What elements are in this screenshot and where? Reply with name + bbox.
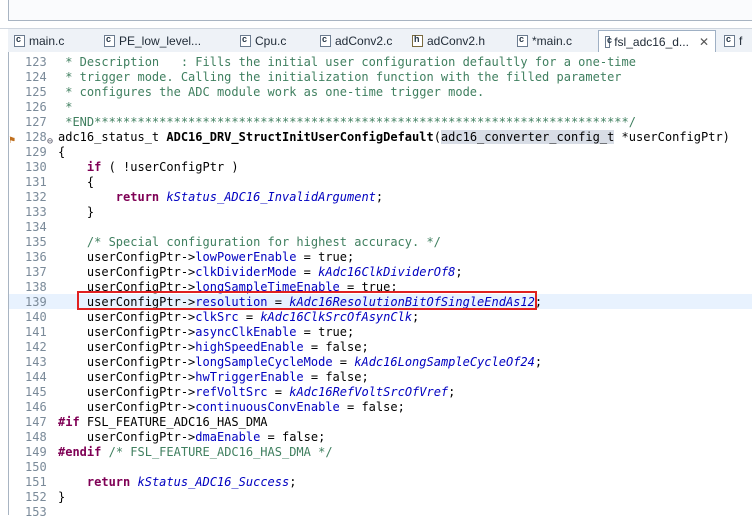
close-tab-icon[interactable]: ✕ xyxy=(699,35,709,49)
editor-tab[interactable]: c *main.c xyxy=(511,31,594,51)
tab-label: PE_low_level... xyxy=(119,34,202,48)
c-file-icon: c xyxy=(104,34,115,47)
line-number: 129 xyxy=(25,145,47,159)
line-number: 143 xyxy=(25,355,47,369)
code-line[interactable]: } xyxy=(58,490,65,505)
c-file-icon: c xyxy=(724,34,735,47)
line-number: 136 xyxy=(25,250,47,264)
h-file-icon: h xyxy=(412,34,423,47)
code-line[interactable]: userConfigPtr->clkDividerMode = kAdc16Cl… xyxy=(58,265,463,280)
editor-tab[interactable]: c adConv2.c xyxy=(314,31,402,51)
line-number: 151 xyxy=(25,475,47,489)
code-line[interactable]: userConfigPtr->continuousConvEnable = fa… xyxy=(58,400,405,415)
code-line[interactable]: { xyxy=(58,145,65,160)
line-number: 138 xyxy=(25,280,47,294)
code-line[interactable]: return kStatus_ADC16_Success; xyxy=(58,475,297,490)
tab-label: f xyxy=(739,34,743,48)
line-number: 132 xyxy=(25,190,47,204)
line-number: 134 xyxy=(25,220,47,234)
code-line[interactable]: userConfigPtr->lowPowerEnable = true; xyxy=(58,250,354,265)
warning-marker-icon: ⚑ xyxy=(9,135,16,146)
code-line[interactable]: userConfigPtr->clkSrc = kAdc16ClkSrcOfAs… xyxy=(58,310,419,325)
line-number: 133 xyxy=(25,205,47,219)
editor-tab[interactable]: c fsl_adc16_d... ✕ xyxy=(598,30,716,52)
line-number: 139 xyxy=(25,295,47,309)
line-number: 130 xyxy=(25,160,47,174)
line-number: 141 xyxy=(25,325,47,339)
code-line[interactable]: * xyxy=(58,100,72,115)
line-number: 146 xyxy=(25,400,47,414)
fold-toggle-icon[interactable]: ⊖ xyxy=(47,136,53,147)
line-number: 123 xyxy=(25,55,47,69)
tab-label: *main.c xyxy=(532,34,573,48)
code-line[interactable]: } xyxy=(58,205,94,220)
code-line[interactable]: userConfigPtr->asyncClkEnable = true; xyxy=(58,325,354,340)
line-number: 144 xyxy=(25,370,47,384)
line-number: 127 xyxy=(25,115,47,129)
editor-tab[interactable]: h adConv2.h xyxy=(406,31,506,51)
line-number: 124 xyxy=(25,70,47,84)
editor-tab-bar: c main.c c PE_low_level... c Cpu.c c adConv2.c h… xyxy=(8,29,752,53)
line-number: 140 xyxy=(25,310,47,324)
line-number: 131 xyxy=(25,175,47,189)
line-number: 152 xyxy=(25,490,47,504)
line-number: 147 xyxy=(25,415,47,429)
line-number: 135 xyxy=(25,235,47,249)
line-number: 148 xyxy=(25,430,47,444)
c-file-icon: c xyxy=(14,34,25,47)
code-line[interactable]: adc16_status_t ADC16_DRV_StructInitUserC… xyxy=(58,130,730,145)
tab-label: adConv2.h xyxy=(427,34,486,48)
code-line[interactable]: if ( !userConfigPtr ) xyxy=(58,160,239,175)
code-line[interactable]: /* Special configuration for highest acc… xyxy=(58,235,441,250)
code-area[interactable]: * Description : Fills the initial user c… xyxy=(58,52,752,515)
code-editor[interactable]: 123 124 125 126 127 128 129 130 131 132 133 134 135 1… xyxy=(8,52,752,519)
line-number: 149 xyxy=(25,445,47,459)
editor-tab[interactable]: cf xyxy=(718,31,752,51)
line-number: 145 xyxy=(25,385,47,399)
editor-tab[interactable]: c PE_low_level... xyxy=(98,31,230,51)
code-line[interactable]: userConfigPtr->hwTriggerEnable = false; xyxy=(58,370,369,385)
code-line[interactable]: return kStatus_ADC16_InvalidArgument; xyxy=(58,190,383,205)
code-line[interactable]: * Description : Fills the initial user c… xyxy=(58,55,636,70)
editor-tab[interactable]: c main.c xyxy=(8,31,94,51)
code-line[interactable]: userConfigPtr->highSpeedEnable = false; xyxy=(58,340,369,355)
editor-tab[interactable]: c Cpu.c xyxy=(234,31,310,51)
code-line[interactable]: * configures the ADC module work as one-… xyxy=(58,85,484,100)
tab-label: main.c xyxy=(29,34,65,48)
line-number: 153 xyxy=(25,505,47,519)
code-line[interactable]: userConfigPtr->refVoltSrc = kAdc16RefVol… xyxy=(58,385,456,400)
c-file-icon: c xyxy=(240,34,251,47)
code-line[interactable]: #endif /* FSL_FEATURE_ADC16_HAS_DMA */ xyxy=(58,445,333,460)
code-line[interactable]: userConfigPtr->dmaEnable = false; xyxy=(58,430,325,445)
tab-label: Cpu.c xyxy=(255,34,287,48)
line-number: 142 xyxy=(25,340,47,354)
line-number: 125 xyxy=(25,85,47,99)
c-file-icon: c xyxy=(517,34,528,47)
line-number-gutter: 123 124 125 126 127 128 129 130 131 132 133 134 135 1… xyxy=(9,52,58,519)
line-number: 150 xyxy=(25,460,47,474)
code-line[interactable]: * trigger mode. Calling the initializati… xyxy=(58,70,621,85)
toolbar-area xyxy=(0,0,752,29)
line-number: 126 xyxy=(25,100,47,114)
code-line[interactable]: *END************************************… xyxy=(58,115,636,130)
highlight-annotation-box xyxy=(77,291,537,310)
c-file-icon: c xyxy=(320,34,331,47)
tab-label: adConv2.c xyxy=(335,34,393,48)
line-number: 137 xyxy=(25,265,47,279)
code-line[interactable]: userConfigPtr->longSampleCycleMode = kAd… xyxy=(58,355,542,370)
tab-label: fsl_adc16_d... xyxy=(614,34,689,49)
code-line[interactable]: { xyxy=(58,175,94,190)
c-file-icon: c xyxy=(605,35,612,48)
toolbar-strip xyxy=(8,0,752,21)
code-line[interactable]: #if FSL_FEATURE_ADC16_HAS_DMA xyxy=(58,415,268,430)
